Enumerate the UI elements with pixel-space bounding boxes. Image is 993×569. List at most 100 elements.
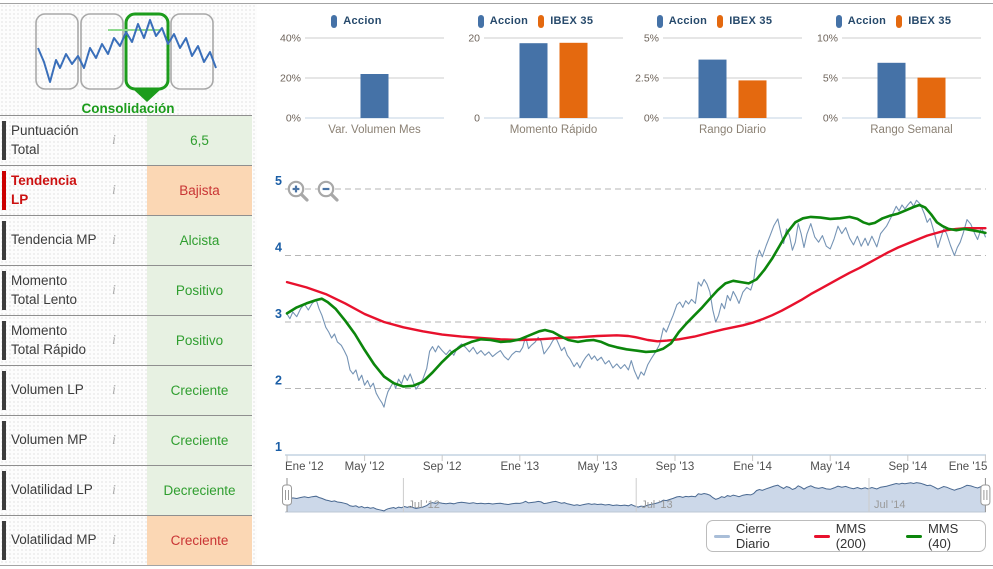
bar-accion[interactable] — [520, 43, 548, 118]
legend-swatch — [657, 15, 663, 28]
mini-chart-plot: 0%2.5%5%Rango Diario — [630, 32, 809, 138]
indicator-value: Creciente — [147, 516, 252, 565]
navigator-label: Jul '13 — [641, 499, 672, 511]
indicator-label: Volatilidad LP — [11, 481, 97, 499]
x-axis-label: Sep '12 — [423, 461, 462, 473]
y-tick-label: 10% — [817, 33, 838, 45]
row-accent-bar — [2, 521, 6, 560]
series-mms-200- — [287, 228, 985, 341]
phase-box[interactable] — [81, 14, 123, 89]
x-axis-label: Sep '13 — [656, 461, 695, 473]
y-axis-label: 3 — [275, 307, 282, 321]
indicator-label: Tendencia MP — [11, 231, 97, 249]
bar-ibex[interactable] — [739, 80, 767, 118]
navigator-right-handle[interactable] — [981, 485, 990, 505]
info-icon[interactable]: i — [97, 233, 131, 249]
legend-label[interactable]: IBEX 35 — [729, 15, 772, 27]
main-price-chart[interactable]: 12345Ene '12May '12Sep '12Ene '13May '13… — [270, 165, 993, 515]
indicator-row: Volatilidad MP i Creciente — [0, 515, 252, 565]
bar-accion[interactable] — [878, 63, 906, 118]
mini-chart-rango-diario: AccionIBEX 35 0%2.5%5%Rango Diario — [630, 8, 809, 143]
navigator-left-handle[interactable] — [283, 485, 292, 505]
x-axis-label: May '13 — [577, 461, 617, 473]
indicator-row: Volumen MP i Creciente — [0, 415, 252, 465]
info-icon[interactable]: i — [97, 383, 131, 399]
phase-box[interactable] — [36, 14, 78, 89]
row-accent-bar — [2, 271, 6, 310]
legend-swatch — [717, 15, 723, 28]
market-phase-widget[interactable] — [12, 10, 244, 104]
mini-chart-rango-semanal: Accion IBEX 35 0%5%10%Rango Semanal — [809, 8, 988, 143]
mini-chart-var-volumen: Accion 0%20%40%Var. Volumen Mes — [272, 8, 451, 143]
indicator-label: Tendencia LP — [11, 172, 97, 208]
x-axis-label: Sep '14 — [888, 461, 927, 473]
mini-chart-plot: 0 20 Momento Rápido — [451, 32, 630, 138]
indicator-row: Momento Total Lento i Positivo — [0, 265, 252, 315]
indicator-sidebar: Consolidación Puntuación Total i 6,5 Ten… — [0, 4, 257, 565]
legend-item[interactable]: MMS (200) — [814, 521, 892, 551]
bar-accion[interactable] — [699, 60, 727, 118]
row-accent-bar — [2, 221, 6, 260]
indicator-value: Decreciente — [147, 466, 252, 515]
mini-chart-legend: Accion IBEX 35 — [809, 10, 988, 32]
row-accent-bar — [2, 171, 6, 210]
mini-chart-title: Momento Rápido — [510, 124, 598, 136]
x-axis-label: May '14 — [810, 461, 851, 473]
bottom-divider — [0, 565, 993, 566]
info-icon[interactable]: i — [97, 283, 131, 299]
y-tick-label: 0 — [474, 113, 480, 125]
navigator-label: Jul '14 — [874, 499, 905, 511]
info-icon[interactable]: i — [97, 183, 131, 199]
phase-label: Consolidación — [12, 101, 244, 116]
row-accent-bar — [2, 121, 6, 160]
row-accent-bar — [2, 471, 6, 510]
mini-chart-legend: Accion IBEX 35 — [451, 10, 630, 32]
phase-box-selected[interactable] — [126, 14, 168, 89]
y-tick-label: 0% — [644, 113, 659, 125]
legend-label[interactable]: Accion — [490, 15, 528, 27]
y-tick-label: 2.5% — [635, 73, 659, 85]
y-tick-label: 20 — [468, 33, 480, 45]
legend-item[interactable]: MMS (40) — [906, 521, 978, 551]
info-icon[interactable]: i — [97, 333, 131, 349]
info-icon[interactable]: i — [97, 133, 131, 149]
legend-swatch — [896, 15, 902, 28]
row-accent-bar — [2, 371, 6, 410]
phase-box[interactable] — [171, 14, 213, 89]
indicator-row: Volatilidad LP i Decreciente — [0, 465, 252, 515]
indicator-row: Puntuación Total i 6,5 — [0, 115, 252, 165]
info-icon[interactable]: i — [97, 533, 131, 549]
legend-label[interactable]: IBEX 35 — [550, 15, 593, 27]
zoom-out-icon[interactable] — [316, 179, 341, 204]
legend-label[interactable]: Accion — [848, 15, 886, 27]
indicator-label: Volumen LP — [11, 381, 97, 399]
x-axis-label: Ene '15 — [949, 461, 988, 473]
bar-accion[interactable] — [361, 74, 389, 118]
bar-ibex[interactable] — [918, 78, 946, 118]
indicator-label: Volatilidad MP — [11, 531, 97, 549]
mini-chart-plot: 0%5%10%Rango Semanal — [809, 32, 988, 138]
legend-swatch — [836, 15, 842, 28]
series-mms-40- — [287, 205, 985, 387]
zoom-controls — [286, 179, 341, 204]
indicator-value: Bajista — [147, 166, 252, 215]
x-axis-label: May '12 — [345, 461, 385, 473]
legend-label: MMS (40) — [928, 521, 978, 551]
zoom-in-icon[interactable] — [286, 179, 311, 204]
y-axis-label: 4 — [275, 241, 282, 255]
info-icon[interactable]: i — [97, 483, 131, 499]
info-icon[interactable]: i — [97, 433, 131, 449]
y-tick-label: 5% — [644, 33, 659, 45]
y-axis-label: 5 — [275, 174, 282, 188]
legend-label[interactable]: IBEX 35 — [908, 15, 951, 27]
indicator-value: Creciente — [147, 366, 252, 415]
chart-legend[interactable]: Cierre Diario MMS (200) MMS (40) — [706, 520, 986, 552]
legend-swatch — [906, 535, 922, 538]
mini-chart-legend: Accion IBEX 35 — [630, 10, 809, 32]
legend-label[interactable]: Accion — [669, 15, 707, 27]
legend-label[interactable]: Accion — [343, 15, 381, 27]
x-axis-label: Ene '14 — [733, 461, 772, 473]
series-cierre-diario — [287, 200, 985, 407]
legend-item[interactable]: Cierre Diario — [714, 521, 800, 551]
bar-ibex[interactable] — [560, 43, 588, 118]
